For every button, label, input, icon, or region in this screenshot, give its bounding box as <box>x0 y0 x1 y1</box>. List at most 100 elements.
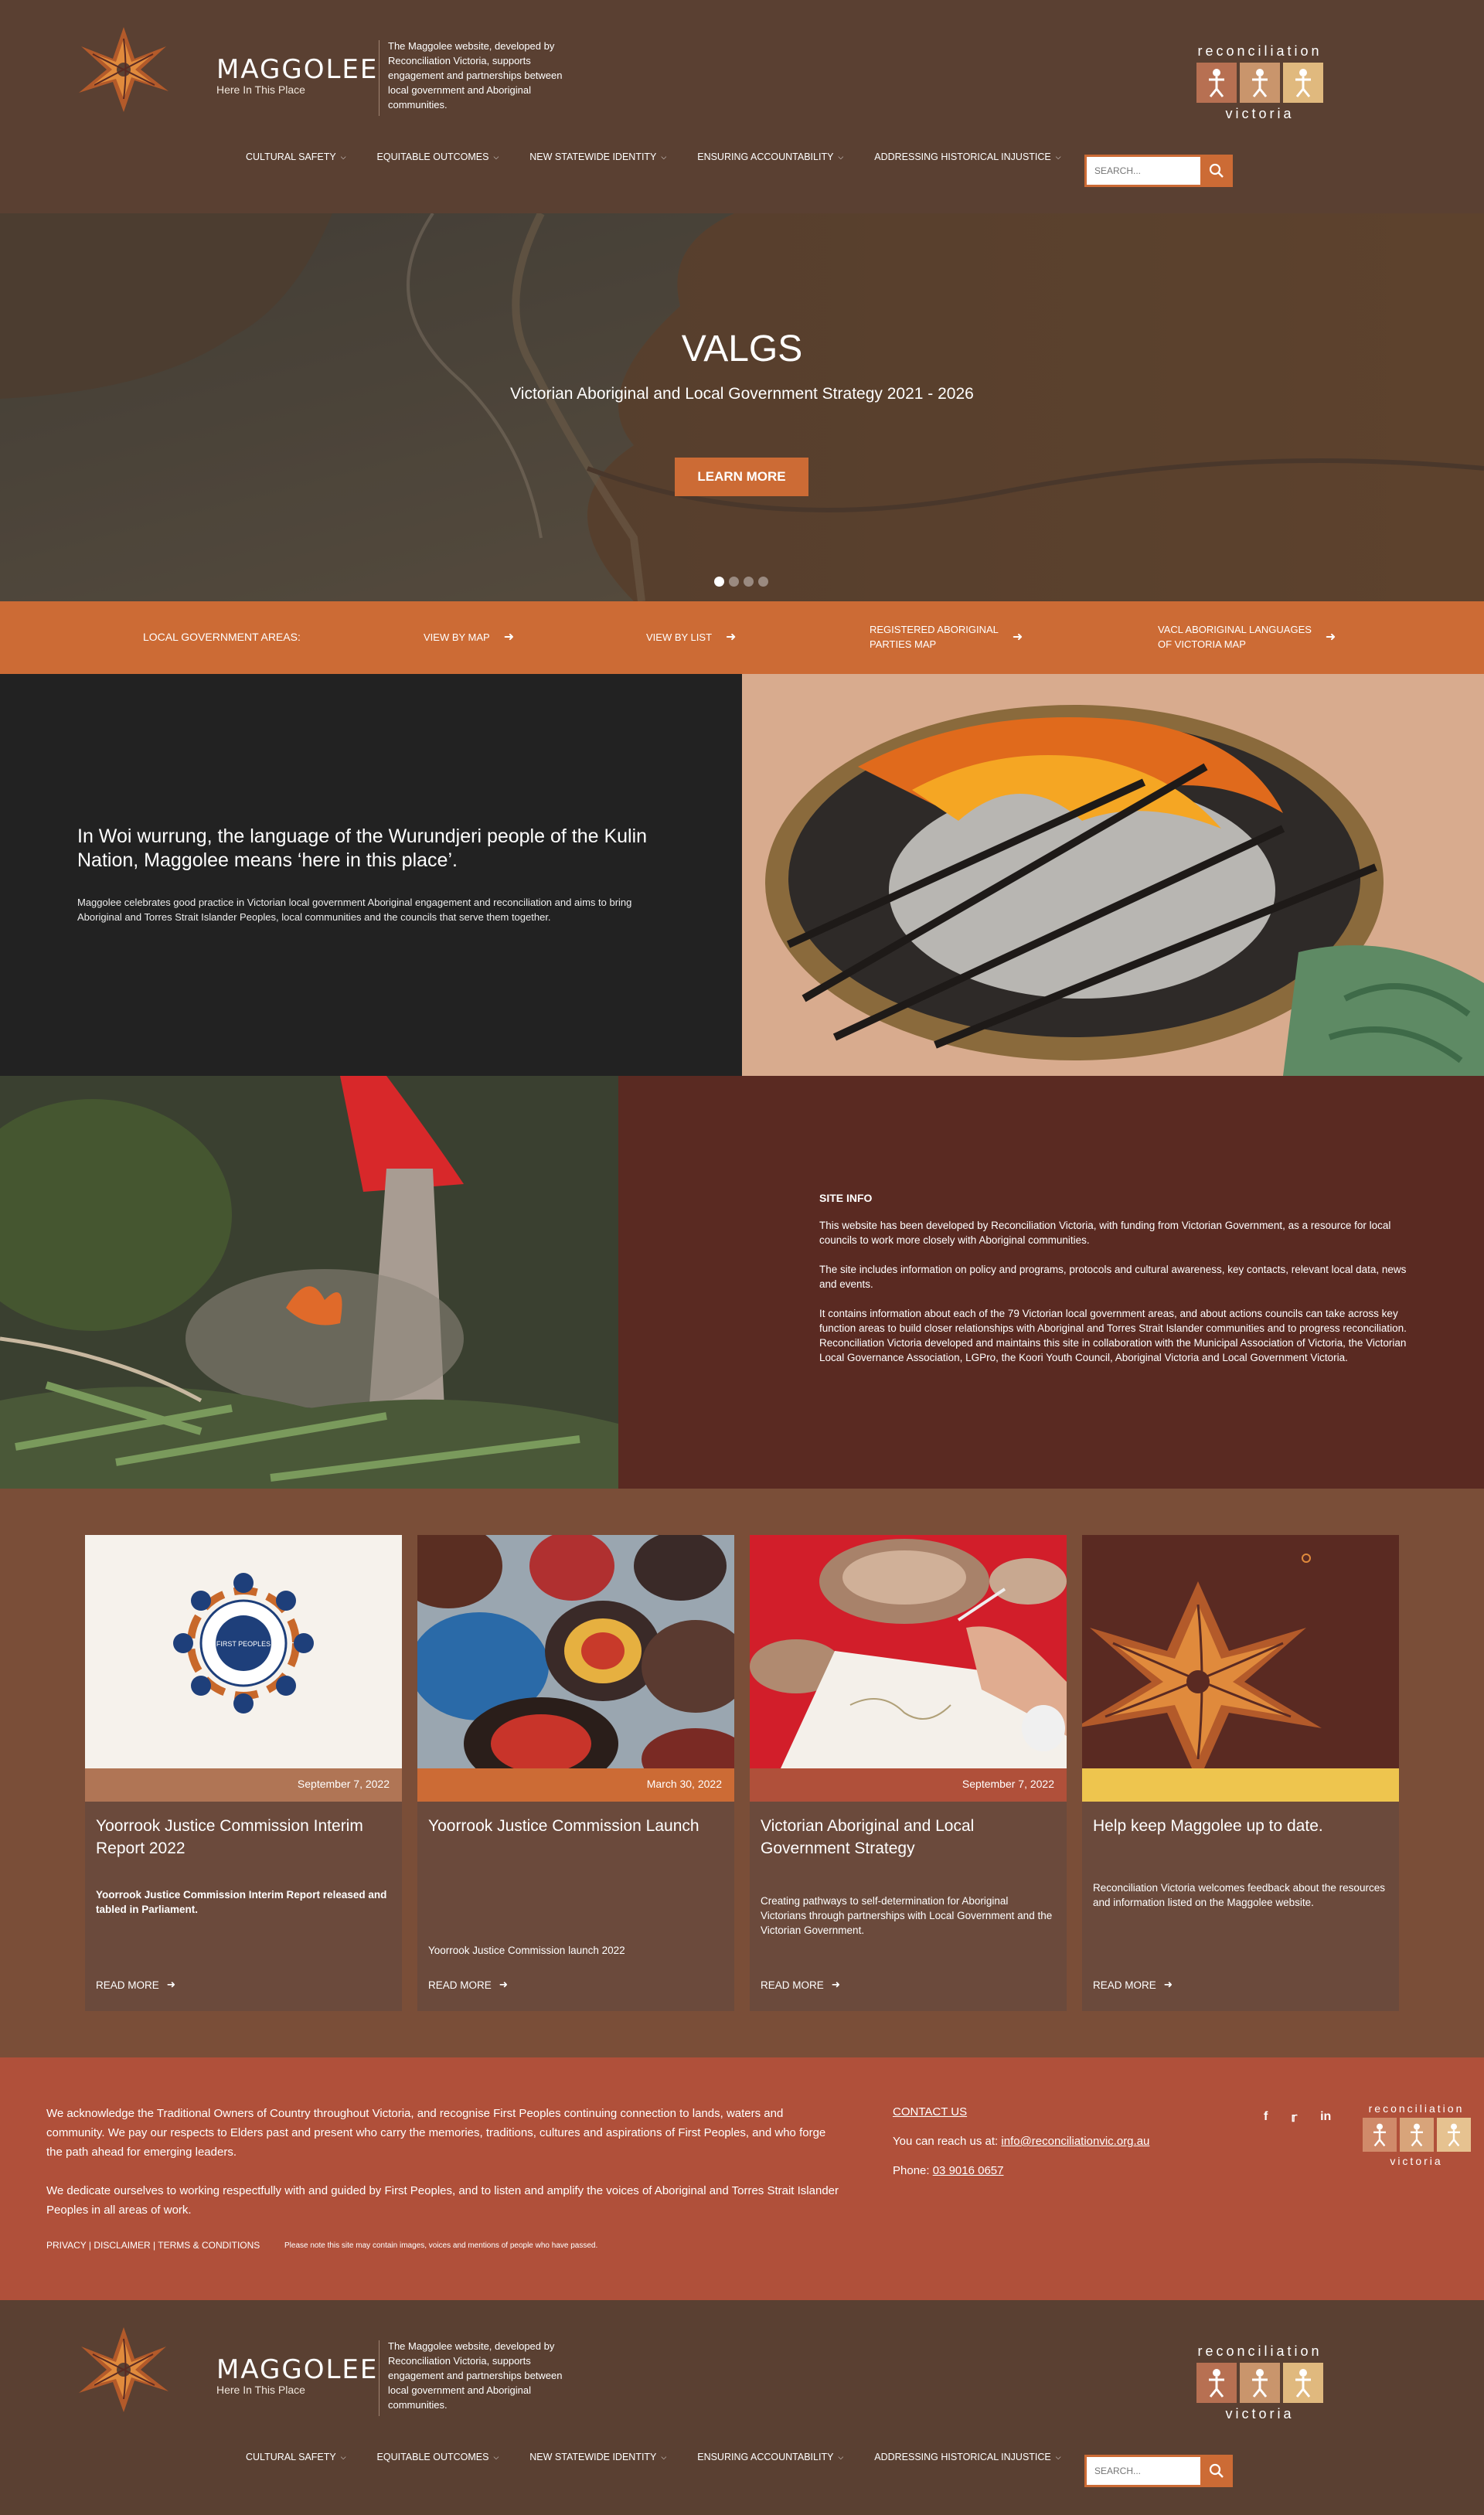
search-button[interactable] <box>1200 2455 1233 2487</box>
brand-name[interactable]: MAGGOLEE <box>216 2354 378 2385</box>
arrow-right-icon: ➜ <box>1163 1979 1173 1990</box>
hero-slider: VALGS Victorian Aboriginal and Local Gov… <box>0 213 1484 601</box>
coastline-hero-image <box>0 213 1484 601</box>
cultural-warning-note: Please note this site may contain images… <box>284 2241 598 2250</box>
learn-more-button[interactable]: LEARN MORE <box>675 458 808 496</box>
rv-logo-top-text: reconciliation <box>1197 2343 1322 2359</box>
search-button[interactable] <box>1200 155 1233 187</box>
site-info-title: SITE INFO <box>819 1192 873 1204</box>
signing-document-image <box>750 1535 1067 1768</box>
rv-figure-icon <box>1283 2363 1323 2403</box>
nav-cultural-safety[interactable]: CULTURAL SAFETY ⌵ <box>246 151 346 162</box>
card-title[interactable]: Help keep Maggolee up to date. <box>1093 1815 1387 1837</box>
contact-phone-link[interactable]: 03 9016 0657 <box>933 2164 1004 2177</box>
contact-phone-line: Phone: 03 9016 0657 <box>893 2164 1003 2177</box>
header-divider <box>379 40 380 116</box>
nav-cultural-safety[interactable]: CULTURAL SAFETY ⌵ <box>246 2452 346 2462</box>
lga-links-bar: LOCAL GOVERNMENT AREAS: VIEW BY MAP ➜ VIE… <box>0 601 1484 674</box>
acknowledgement-text: We acknowledge the Traditional Owners of… <box>46 2107 826 2159</box>
card-date: March 30, 2022 <box>417 1768 734 1802</box>
nav-addressing-historical-injustice[interactable]: ADDRESSING HISTORICAL INJUSTICE ⌵ <box>874 151 1060 162</box>
read-more-link[interactable]: READ MORE ➜ <box>96 1979 175 1991</box>
nav-equitable-outcomes[interactable]: EQUITABLE OUTCOMES ⌵ <box>377 2452 499 2462</box>
reconciliation-victoria-logo[interactable]: reconciliation victoria <box>1190 43 1329 122</box>
read-more-link[interactable]: READ MORE ➜ <box>428 1979 508 1991</box>
nav-label: ADDRESSING HISTORICAL INJUSTICE <box>874 151 1051 162</box>
nav-label: ENSURING ACCOUNTABILITY <box>697 2452 834 2462</box>
chevron-down-icon: ⌵ <box>340 2452 346 2461</box>
linkedin-icon[interactable]: in <box>1320 2110 1331 2125</box>
read-more-link[interactable]: READ MORE ➜ <box>1093 1979 1173 1991</box>
search-input[interactable] <box>1084 2455 1200 2487</box>
nav-new-statewide-identity[interactable]: NEW STATEWIDE IDENTITY ⌵ <box>529 151 666 162</box>
nav-new-statewide-identity[interactable]: NEW STATEWIDE IDENTITY ⌵ <box>529 2452 666 2462</box>
contact-email-line: You can reach us at: info@reconciliation… <box>893 2135 1149 2148</box>
rv-logo-top-text: reconciliation <box>1368 2102 1465 2115</box>
chevron-down-icon: ⌵ <box>1055 2452 1061 2461</box>
intro-heading: In Woi wurrung, the language of the Wuru… <box>77 825 648 871</box>
link-label: REGISTERED ABORIGINAL PARTIES MAP <box>870 622 999 652</box>
view-by-map-link[interactable]: VIEW BY MAP ➜ <box>424 630 514 645</box>
reconciliation-victoria-footer-logo[interactable]: reconciliation victoria <box>1356 2102 1476 2167</box>
link-label: VIEW BY LIST <box>646 631 713 643</box>
read-more-link[interactable]: READ MORE ➜ <box>761 1979 840 1991</box>
nav-label: ENSURING ACCOUNTABILITY <box>697 151 834 162</box>
facebook-icon[interactable]: f <box>1264 2110 1268 2125</box>
contact-us-link[interactable]: CONTACT US <box>893 2105 967 2119</box>
nav-label: ADDRESSING HISTORICAL INJUSTICE <box>874 2452 1051 2462</box>
reconciliation-victoria-logo[interactable]: reconciliation victoria <box>1190 2343 1329 2422</box>
news-card[interactable]: FIRST PEOPLES September 7, 2022 Yoorrook… <box>85 1535 402 2011</box>
maggolee-star-logo[interactable] <box>46 2323 201 2416</box>
nav-ensuring-accountability[interactable]: ENSURING ACCOUNTABILITY ⌵ <box>697 2452 843 2462</box>
slider-dot[interactable] <box>714 577 724 587</box>
news-card[interactable]: March 30, 2022 Yoorrook Justice Commissi… <box>417 1535 734 2011</box>
nav-ensuring-accountability[interactable]: ENSURING ACCOUNTABILITY ⌵ <box>697 151 843 162</box>
card-date: September 7, 2022 <box>85 1768 402 1802</box>
slider-dot[interactable] <box>744 577 754 587</box>
acknowledgement-footer: We acknowledge the Traditional Owners of… <box>0 2057 1484 2300</box>
brand-name[interactable]: MAGGOLEE <box>216 54 378 85</box>
nav-label: EQUITABLE OUTCOMES <box>376 151 489 162</box>
maggolee-star-logo[interactable] <box>46 23 201 116</box>
twitter-icon[interactable]: 𝕣 <box>1291 2110 1297 2125</box>
site-header: MAGGOLEE Here In This Place The Maggolee… <box>0 2300 1484 2513</box>
first-peoples-diagram-image: FIRST PEOPLES <box>85 1535 402 1768</box>
registered-aboriginal-parties-map-link[interactable]: REGISTERED ABORIGINAL PARTIES MAP ➜ <box>870 622 1023 652</box>
slider-dot[interactable] <box>729 577 739 587</box>
slider-dot[interactable] <box>758 577 768 587</box>
search-input[interactable] <box>1084 155 1200 187</box>
main-nav: CULTURAL SAFETY ⌵ EQUITABLE OUTCOMES ⌵ NEW… <box>246 151 1092 162</box>
contact-email-link[interactable]: info@reconciliationvic.org.au <box>1001 2135 1149 2148</box>
chevron-down-icon: ⌵ <box>493 2452 499 2461</box>
chevron-down-icon: ⌵ <box>1055 152 1061 161</box>
chevron-down-icon: ⌵ <box>493 152 499 161</box>
card-title[interactable]: Yoorrook Justice Commission Interim Repo… <box>96 1815 390 1860</box>
vacl-languages-map-link[interactable]: VACL ABORIGINAL LANGUAGES OF VICTORIA MAP… <box>1158 622 1336 652</box>
nav-addressing-historical-injustice[interactable]: ADDRESSING HISTORICAL INJUSTICE ⌵ <box>874 2452 1060 2462</box>
read-more-label: READ MORE <box>761 1979 824 1991</box>
rv-figure-icon <box>1283 63 1323 103</box>
news-card[interactable]: Help keep Maggolee up to date. Reconcili… <box>1082 1535 1399 2011</box>
read-more-label: READ MORE <box>428 1979 492 1991</box>
rv-figure-icon <box>1436 2118 1471 2152</box>
view-by-list-link[interactable]: VIEW BY LIST ➜ <box>646 630 736 645</box>
site-header: MAGGOLEE Here In This Place The Maggolee… <box>0 0 1484 213</box>
search-form <box>1084 2455 1233 2487</box>
rv-figure-icon <box>1196 63 1237 103</box>
rv-logo-bottom-text: victoria <box>1225 2406 1295 2421</box>
link-line: REGISTERED ABORIGINAL <box>870 624 999 635</box>
brand-tagline: Here In This Place <box>216 83 305 96</box>
card-title[interactable]: Victorian Aboriginal and Local Governmen… <box>761 1815 1054 1860</box>
smoking-leaves-image <box>0 1076 618 1489</box>
news-card[interactable]: September 7, 2022 Victorian Aboriginal a… <box>750 1535 1067 2011</box>
link-line: OF VICTORIA MAP <box>1158 638 1246 650</box>
arrow-right-icon: ➜ <box>503 631 515 644</box>
nav-equitable-outcomes[interactable]: EQUITABLE OUTCOMES ⌵ <box>377 151 499 162</box>
rv-figure-icon <box>1240 2363 1280 2403</box>
rv-logo-top-text: reconciliation <box>1197 43 1322 59</box>
legal-links[interactable]: PRIVACY | DISCLAIMER | TERMS & CONDITION… <box>46 2240 260 2251</box>
rv-figure-icon <box>1196 2363 1237 2403</box>
card-title[interactable]: Yoorrook Justice Commission Launch <box>428 1815 722 1837</box>
news-cards-section: FIRST PEOPLES September 7, 2022 Yoorrook… <box>0 1489 1484 2057</box>
rv-logo-tiles <box>1190 2363 1329 2403</box>
